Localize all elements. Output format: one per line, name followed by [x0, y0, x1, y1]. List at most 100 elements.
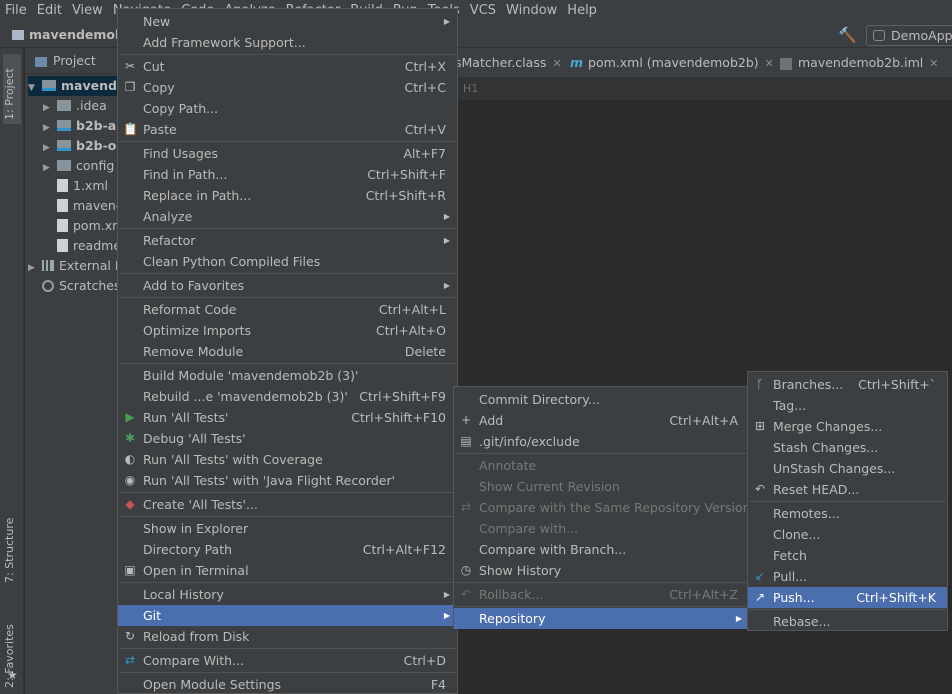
ctx-item-new[interactable]: New ▶ [118, 11, 457, 32]
expand-arrow-icon[interactable]: ▶ [43, 118, 57, 138]
repo-item-tag[interactable]: Tag... [748, 395, 947, 416]
repo-item-pull[interactable]: ↙ Pull... [748, 566, 947, 587]
ctx-item-open-module-settings[interactable]: Open Module Settings F4 [118, 674, 457, 694]
ctx-item-run-all-tests[interactable]: ▶ Run 'All Tests' Ctrl+Shift+F10 [118, 407, 457, 428]
ctx-run-all-tests-icon: ▶ [125, 410, 135, 424]
ctx-item-remove-module[interactable]: Remove Module Delete [118, 341, 457, 362]
ctx-item-compare-with[interactable]: ⇄ Compare With... Ctrl+D [118, 650, 457, 671]
repo-item-push[interactable]: ↗ Push... Ctrl+Shift+K [748, 587, 947, 608]
repo-item-unstash-changes[interactable]: UnStash Changes... [748, 458, 947, 479]
menu-file[interactable]: File [0, 0, 32, 22]
ctx-item-open-in-terminal[interactable]: ▣ Open in Terminal [118, 560, 457, 581]
run-configuration-selector[interactable]: DemoApp [866, 25, 952, 46]
git-item-compare-with-branch[interactable]: Compare with Branch... [454, 539, 749, 560]
git-item-annotate: Annotate [454, 455, 749, 476]
editor-tab-smatcher-class[interactable]: sMatcher.class ✕ [455, 48, 562, 78]
shortcut-label: Ctrl+Shift+` [858, 377, 936, 392]
ctx-item-analyze[interactable]: Analyze ▶ [118, 206, 457, 227]
ctx-item-copy[interactable]: ❐ Copy Ctrl+C [118, 77, 457, 98]
close-icon[interactable]: ✕ [552, 57, 561, 70]
tree-node-label: config [76, 158, 115, 173]
menu-window[interactable]: Window [501, 0, 562, 22]
repo-item-fetch[interactable]: Fetch [748, 545, 947, 566]
editor-tab-pom-xml-mavendemob2b[interactable]: m pom.xml (mavendemob2b) ✕ [570, 48, 774, 78]
repo-pull-icon: ↙ [754, 569, 766, 583]
ctx-copy-icon: ❐ [124, 80, 136, 94]
ctx-item-debug-all-tests[interactable]: ✱ Debug 'All Tests' [118, 428, 457, 449]
build-hammer-icon[interactable]: 🔨 [838, 26, 857, 44]
tool-tab-project[interactable]: 1: Project [3, 54, 21, 124]
ctx-item-label: Git [143, 608, 162, 623]
ctx-item-label: Show in Explorer [143, 521, 249, 536]
git-item-add[interactable]: + Add Ctrl+Alt+A [454, 410, 749, 431]
ctx-item-create-all-tests[interactable]: ◆ Create 'All Tests'... [118, 494, 457, 515]
repo-item-clone[interactable]: Clone... [748, 524, 947, 545]
ctx-item-run-all-tests-with-java-flight-recorder[interactable]: ◉ Run 'All Tests' with 'Java Flight Recor… [118, 470, 457, 491]
ctx-item-rebuild-e-mavendemob2b-3[interactable]: Rebuild ...e 'mavendemob2b (3)' Ctrl+Shif… [118, 386, 457, 407]
repo-item-branches[interactable]: ᚴ Branches... Ctrl+Shift+` [748, 374, 947, 395]
repo-item-stash-changes[interactable]: Stash Changes... [748, 437, 947, 458]
menu-view[interactable]: View [67, 0, 108, 22]
git-item-label: Compare with Branch... [479, 542, 627, 557]
expand-arrow-icon[interactable]: ▶ [28, 258, 42, 278]
ctx-item-reload-from-disk[interactable]: ↻ Reload from Disk [118, 626, 457, 647]
close-icon[interactable]: ✕ [765, 57, 774, 70]
git-item-git-info-exclude[interactable]: ▤ .git/info/exclude [454, 431, 749, 452]
menu-edit[interactable]: Edit [32, 0, 67, 22]
menu-vcs[interactable]: VCS [465, 0, 501, 22]
ctx-item-add-framework-support[interactable]: Add Framework Support... [118, 32, 457, 53]
editor-tab-mavendemob2b-iml[interactable]: mavendemob2b.iml ✕ [780, 48, 938, 78]
heading-toolbar-button[interactable]: H1 [463, 82, 478, 95]
ctx-item-find-usages[interactable]: Find Usages Alt+F7 [118, 143, 457, 164]
ctx-item-copy-path[interactable]: Copy Path... [118, 98, 457, 119]
ctx-item-find-in-path[interactable]: Find in Path... Ctrl+Shift+F [118, 164, 457, 185]
ctx-item-reformat-code[interactable]: Reformat Code Ctrl+Alt+L [118, 299, 457, 320]
ctx-item-label: Open Module Settings [143, 677, 282, 692]
ctx-item-paste[interactable]: 📋 Paste Ctrl+V [118, 119, 457, 140]
ctx-separator [119, 297, 456, 298]
editor-tab-label: sMatcher.class [455, 55, 547, 70]
expand-arrow-icon[interactable]: ▼ [28, 78, 42, 98]
ctx-item-run-all-tests-with-coverage[interactable]: ◐ Run 'All Tests' with Coverage [118, 449, 457, 470]
git-add-icon: + [460, 413, 472, 427]
ctx-item-replace-in-path[interactable]: Replace in Path... Ctrl+Shift+R [118, 185, 457, 206]
repo-item-merge-changes[interactable]: ⊞ Merge Changes... [748, 416, 947, 437]
shortcut-label: Ctrl+Shift+F10 [351, 410, 446, 425]
ctx-item-clean-python-compiled-files[interactable]: Clean Python Compiled Files [118, 251, 457, 272]
ctx-item-show-in-explorer[interactable]: Show in Explorer [118, 518, 457, 539]
ctx-item-optimize-imports[interactable]: Optimize Imports Ctrl+Alt+O [118, 320, 457, 341]
menu-help[interactable]: Help [562, 0, 602, 22]
ctx-item-add-to-favorites[interactable]: Add to Favorites ▶ [118, 275, 457, 296]
expand-arrow-icon[interactable]: ▶ [43, 138, 57, 158]
repo-item-label: Reset HEAD... [773, 482, 860, 497]
repo-item-rebase[interactable]: Rebase... [748, 611, 947, 632]
ctx-item-cut[interactable]: ✂ Cut Ctrl+X [118, 56, 457, 77]
git-item-repository[interactable]: Repository ▶ [454, 608, 749, 629]
repo-item-label: Merge Changes... [773, 419, 883, 434]
ctx-item-local-history[interactable]: Local History ▶ [118, 584, 457, 605]
expand-arrow-icon[interactable]: ▶ [43, 98, 57, 118]
repo-item-remotes[interactable]: Remotes... [748, 503, 947, 524]
ctx-item-refactor[interactable]: Refactor ▶ [118, 230, 457, 251]
tree-node-label: 1.xml [73, 178, 108, 193]
tool-tab-project-label: 1: Project [3, 68, 16, 120]
git-item-show-history[interactable]: ◷ Show History [454, 560, 749, 581]
ctx-item-label: Build Module 'mavendemob2b (3)' [143, 368, 359, 383]
ctx-item-label: Create 'All Tests'... [143, 497, 258, 512]
ctx-item-build-module-mavendemob2b-3[interactable]: Build Module 'mavendemob2b (3)' [118, 365, 457, 386]
star-icon: ★ [7, 668, 18, 682]
repo-item-reset-head[interactable]: ↶ Reset HEAD... [748, 479, 947, 500]
git-item-commit-directory[interactable]: Commit Directory... [454, 389, 749, 410]
ctx-paste-icon: 📋 [123, 122, 138, 136]
project-view-selector[interactable]: Project [35, 48, 96, 74]
git-separator [455, 606, 748, 607]
git-item-label: Compare with... [479, 521, 579, 536]
repo-item-label: Tag... [773, 398, 807, 413]
ctx-item-git[interactable]: Git ▶ [118, 605, 457, 626]
expand-arrow-icon[interactable]: ▶ [43, 158, 57, 178]
git-separator [455, 453, 748, 454]
ctx-item-directory-path[interactable]: Directory Path Ctrl+Alt+F12 [118, 539, 457, 560]
tool-tab-structure[interactable]: 7: Structure [3, 503, 21, 583]
close-icon[interactable]: ✕ [929, 57, 938, 70]
ctx-separator [119, 141, 456, 142]
